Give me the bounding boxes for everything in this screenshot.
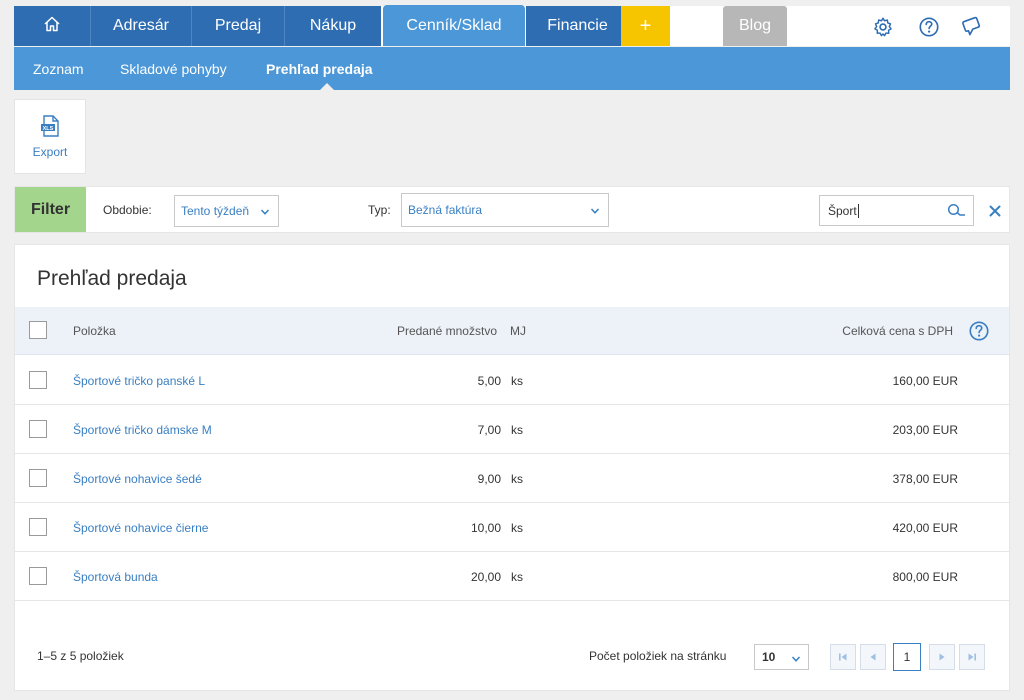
tab-financie[interactable]: Financie xyxy=(526,6,629,46)
per-page-select[interactable]: 10 xyxy=(754,644,809,670)
column-header-item[interactable]: Položka xyxy=(73,307,116,355)
column-header-unit[interactable]: MJ xyxy=(510,307,526,355)
chevron-down-icon xyxy=(590,205,600,219)
total-cell: 378,00 EUR xyxy=(892,471,958,486)
type-value: Bežná faktúra xyxy=(408,203,483,217)
svg-text:XLS: XLS xyxy=(43,126,54,132)
qty-cell: 9,00 xyxy=(477,471,501,486)
active-tab-caret xyxy=(320,83,334,90)
help-icon[interactable] xyxy=(916,14,942,40)
help-icon[interactable] xyxy=(968,320,990,342)
xls-file-icon: XLS xyxy=(40,115,60,140)
item-link[interactable]: Športová bunda xyxy=(73,552,158,601)
period-value: Tento týždeň xyxy=(181,204,250,218)
qty-cell: 7,00 xyxy=(477,422,501,437)
export-label: Export xyxy=(32,145,68,159)
current-page[interactable]: 1 xyxy=(893,643,921,671)
chevron-down-icon xyxy=(260,206,270,220)
row-checkbox[interactable] xyxy=(29,420,47,438)
sales-overview-panel: Prehľad predaja Položka Predané množstvo… xyxy=(14,244,1010,691)
row-checkbox[interactable] xyxy=(29,371,47,389)
total-cell: 420,00 EUR xyxy=(892,520,958,535)
unit-cell: ks xyxy=(511,520,523,535)
filter-bar: Filter Obdobie: Tento týždeň Typ: Bežná … xyxy=(14,186,1010,233)
type-select[interactable]: Bežná faktúra xyxy=(401,193,609,227)
previous-page-icon xyxy=(868,650,878,665)
chat-icon[interactable] xyxy=(959,14,985,40)
add-new-button[interactable]: + xyxy=(621,6,670,46)
table-row: Športové nohavice šedé 9,00 ks 378,00 EU… xyxy=(15,454,1009,503)
search-value: Šport xyxy=(828,203,857,218)
per-page-value: 10 xyxy=(762,650,776,664)
subnav-zoznam[interactable]: Zoznam xyxy=(33,47,84,90)
clear-filter-icon[interactable] xyxy=(985,201,1005,221)
next-page-icon xyxy=(937,650,947,665)
main-navigation: Adresár Predaj Nákup Cenník/Sklad Financ… xyxy=(14,5,1010,46)
item-link[interactable]: Športové tričko dámske M xyxy=(73,405,212,454)
row-checkbox[interactable] xyxy=(29,567,47,585)
next-page-button[interactable] xyxy=(929,644,955,670)
column-header-total[interactable]: Celková cena s DPH xyxy=(775,307,953,355)
tab-adresar[interactable]: Adresár xyxy=(91,6,191,46)
row-checkbox[interactable] xyxy=(29,469,47,487)
item-link[interactable]: Športové nohavice čierne xyxy=(73,503,208,552)
page-title: Prehľad predaja xyxy=(37,267,187,290)
last-page-button[interactable] xyxy=(959,644,985,670)
table-row: Športová bunda 20,00 ks 800,00 EUR xyxy=(15,552,1009,601)
sub-navigation: Zoznam Skladové pohyby Prehľad predaja xyxy=(14,47,1010,90)
home-icon xyxy=(43,15,61,38)
column-header-qty[interactable]: Predané množstvo xyxy=(345,307,497,355)
table-row: Športové tričko panské L 5,00 ks 160,00 … xyxy=(15,356,1009,405)
last-page-icon xyxy=(967,650,977,665)
select-all-checkbox[interactable] xyxy=(29,321,47,339)
per-page-label: Počet položiek na stránku xyxy=(589,649,727,663)
item-link[interactable]: Športové nohavice šedé xyxy=(73,454,202,503)
period-label: Obdobie: xyxy=(103,202,152,217)
first-page-icon xyxy=(838,650,848,665)
qty-cell: 20,00 xyxy=(470,569,501,584)
search-input[interactable]: Šport xyxy=(819,195,974,226)
previous-page-button[interactable] xyxy=(860,644,886,670)
first-page-button[interactable] xyxy=(830,644,856,670)
table-header: Položka Predané množstvo MJ Celková cena… xyxy=(15,307,1009,355)
total-cell: 800,00 EUR xyxy=(892,569,958,584)
pagination-count: 1–5 z 5 položiek xyxy=(37,649,124,663)
qty-cell: 10,00 xyxy=(470,520,501,535)
qty-cell: 5,00 xyxy=(477,373,501,388)
gear-icon[interactable] xyxy=(870,14,896,40)
total-cell: 160,00 EUR xyxy=(892,373,958,388)
tab-predaj[interactable]: Predaj xyxy=(192,6,284,46)
search-icon[interactable] xyxy=(947,203,967,222)
blog-button[interactable]: Blog xyxy=(723,6,787,46)
tab-nakup[interactable]: Nákup xyxy=(285,6,381,46)
unit-cell: ks xyxy=(511,373,523,388)
home-tab[interactable] xyxy=(14,6,90,46)
export-button[interactable]: XLS Export xyxy=(14,99,86,174)
unit-cell: ks xyxy=(511,471,523,486)
chevron-down-icon xyxy=(791,653,801,667)
period-select[interactable]: Tento týždeň xyxy=(174,195,279,227)
item-link[interactable]: Športové tričko panské L xyxy=(73,356,205,405)
subnav-skladove-pohyby[interactable]: Skladové pohyby xyxy=(120,47,227,90)
table-row: Športové nohavice čierne 10,00 ks 420,00… xyxy=(15,503,1009,552)
table-row: Športové tričko dámske M 7,00 ks 203,00 … xyxy=(15,405,1009,454)
row-checkbox[interactable] xyxy=(29,518,47,536)
tab-cennik-sklad[interactable]: Cenník/Sklad xyxy=(383,5,525,46)
total-cell: 203,00 EUR xyxy=(892,422,958,437)
unit-cell: ks xyxy=(511,422,523,437)
unit-cell: ks xyxy=(511,569,523,584)
type-label: Typ: xyxy=(368,202,391,217)
filter-tag: Filter xyxy=(15,187,86,232)
